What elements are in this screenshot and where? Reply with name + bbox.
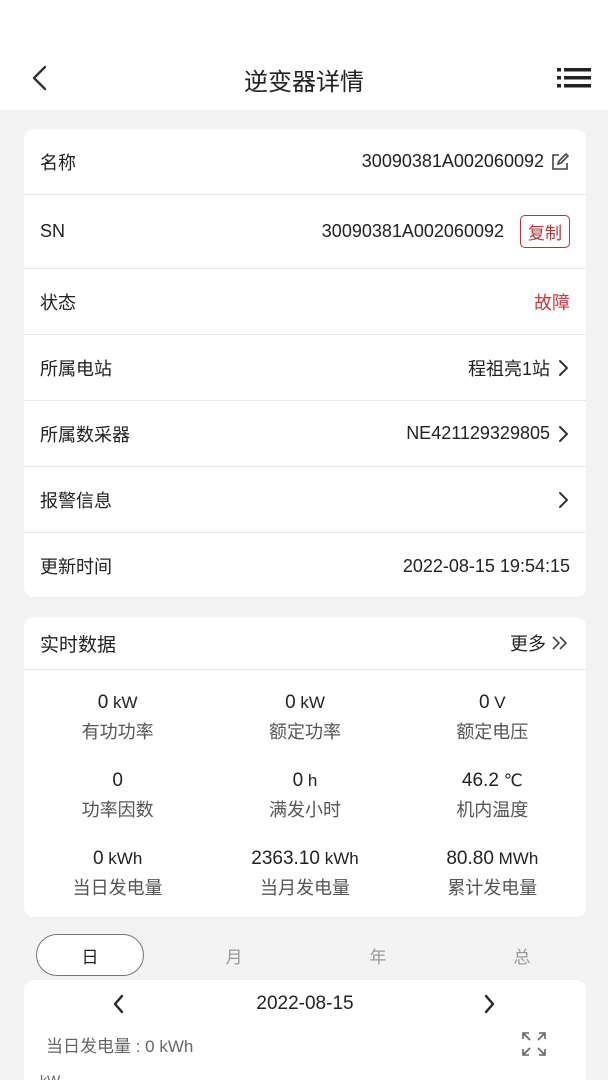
metric-value: 0 kW bbox=[285, 692, 325, 713]
metric-value: 0 kWh bbox=[93, 848, 143, 869]
realtime-metric: 0 h 满发小时 bbox=[211, 768, 398, 846]
metric-value: 2363.10 kWh bbox=[251, 848, 359, 869]
selected-date[interactable]: 2022-08-15 bbox=[256, 993, 353, 1015]
top-bar: 逆变器详情 bbox=[0, 0, 608, 110]
metric-value: 0 kW bbox=[97, 692, 138, 713]
realtime-metric: 2363.10 kWh 当月发电量 bbox=[211, 846, 398, 924]
status-label: 状态 bbox=[40, 292, 76, 313]
realtime-data-card: 实时数据 更多 0 kW 有功功率 0 kW 额定功率 0 V 额定电压 0 功率因数 0 h 满… bbox=[24, 617, 586, 917]
menu-button[interactable] bbox=[556, 64, 592, 92]
name-label: 名称 bbox=[40, 152, 76, 173]
tab-year[interactable]: 年 bbox=[348, 934, 408, 976]
chevron-right-icon bbox=[559, 491, 568, 508]
realtime-metric: 0 功率因数 bbox=[24, 768, 211, 846]
previous-date-icon[interactable] bbox=[108, 993, 130, 1015]
station-value: 程祖亮1站 bbox=[467, 358, 550, 379]
update-label: 更新时间 bbox=[40, 557, 112, 577]
metric-label: 累计发电量 bbox=[447, 878, 538, 898]
metric-value: 46.2 ℃ bbox=[461, 770, 523, 791]
page-title: 逆变器详情 bbox=[244, 69, 364, 96]
update-time-row: 更新时间 2022-08-15 19:54:15 bbox=[24, 533, 586, 599]
metric-label: 额定功率 bbox=[268, 722, 341, 742]
update-value: 2022-08-15 19:54:15 bbox=[402, 555, 570, 576]
copy-button[interactable]: 复制 bbox=[520, 215, 570, 248]
chart-axis-unit: kW bbox=[40, 1072, 61, 1080]
list-menu-icon bbox=[557, 68, 591, 88]
status-row: 状态 故障 bbox=[24, 269, 586, 335]
metric-label: 机内温度 bbox=[456, 800, 529, 820]
realtime-metric: 0 kW 有功功率 bbox=[24, 690, 211, 768]
metric-label: 当月发电量 bbox=[259, 878, 350, 898]
name-value: 30090381A002060092 bbox=[361, 151, 544, 171]
name-row[interactable]: 名称 30090381A002060092 bbox=[24, 129, 586, 195]
collector-row[interactable]: 所属数采器 NE421129329805 bbox=[24, 401, 586, 467]
sn-row: SN 30090381A002060092 复制 bbox=[24, 195, 586, 269]
alarm-label: 报警信息 bbox=[40, 490, 112, 511]
metric-label: 功率因数 bbox=[81, 800, 154, 820]
realtime-title: 实时数据 bbox=[40, 634, 117, 656]
chevron-right-icon bbox=[559, 359, 568, 376]
double-chevron-right-icon bbox=[552, 636, 568, 650]
alarm-row[interactable]: 报警信息 bbox=[24, 467, 586, 533]
fullscreen-icon[interactable] bbox=[520, 1030, 548, 1058]
generation-chart-card: 2022-08-15 当日发电量 : 0 kWh kW bbox=[24, 980, 586, 1080]
station-label: 所属电站 bbox=[40, 358, 112, 379]
status-value: 故障 bbox=[534, 292, 570, 313]
realtime-metric: 80.80 MWh 累计发电量 bbox=[399, 846, 586, 924]
tab-total[interactable]: 总 bbox=[492, 934, 552, 976]
collector-label: 所属数采器 bbox=[40, 424, 130, 445]
metric-value: 80.80 MWh bbox=[446, 848, 539, 869]
tab-month[interactable]: 月 bbox=[204, 934, 264, 976]
edit-icon[interactable] bbox=[550, 152, 570, 172]
metric-value: 0 h bbox=[292, 770, 318, 791]
more-label: 更多 bbox=[510, 634, 546, 654]
realtime-metric: 0 V 额定电压 bbox=[399, 690, 586, 768]
metric-label: 满发小时 bbox=[268, 800, 341, 820]
sn-value: 30090381A002060092 bbox=[321, 221, 504, 241]
period-tabs: 日 月 年 总 bbox=[36, 934, 566, 978]
metric-label: 有功功率 bbox=[81, 722, 154, 742]
tab-day[interactable]: 日 bbox=[36, 934, 144, 976]
inverter-info-card: 名称 30090381A002060092 SN 30090381A002060… bbox=[24, 129, 586, 597]
chevron-right-icon bbox=[559, 425, 568, 442]
station-row[interactable]: 所属电站 程祖亮1站 bbox=[24, 335, 586, 401]
realtime-metric: 0 kWh 当日发电量 bbox=[24, 846, 211, 924]
realtime-metric: 46.2 ℃ 机内温度 bbox=[399, 768, 586, 846]
metric-label: 额定电压 bbox=[456, 722, 529, 742]
sn-label: SN bbox=[40, 221, 66, 241]
realtime-metric: 0 kW 额定功率 bbox=[211, 690, 398, 768]
day-total-label: 当日发电量 : 0 kWh bbox=[46, 1037, 194, 1056]
collector-value: NE421129329805 bbox=[406, 423, 550, 443]
metric-value: 0 bbox=[112, 770, 123, 791]
metric-value: 0 V bbox=[479, 692, 506, 713]
metric-label: 当日发电量 bbox=[72, 878, 163, 898]
next-date-icon[interactable] bbox=[478, 993, 500, 1015]
more-button[interactable]: 更多 bbox=[510, 630, 570, 656]
